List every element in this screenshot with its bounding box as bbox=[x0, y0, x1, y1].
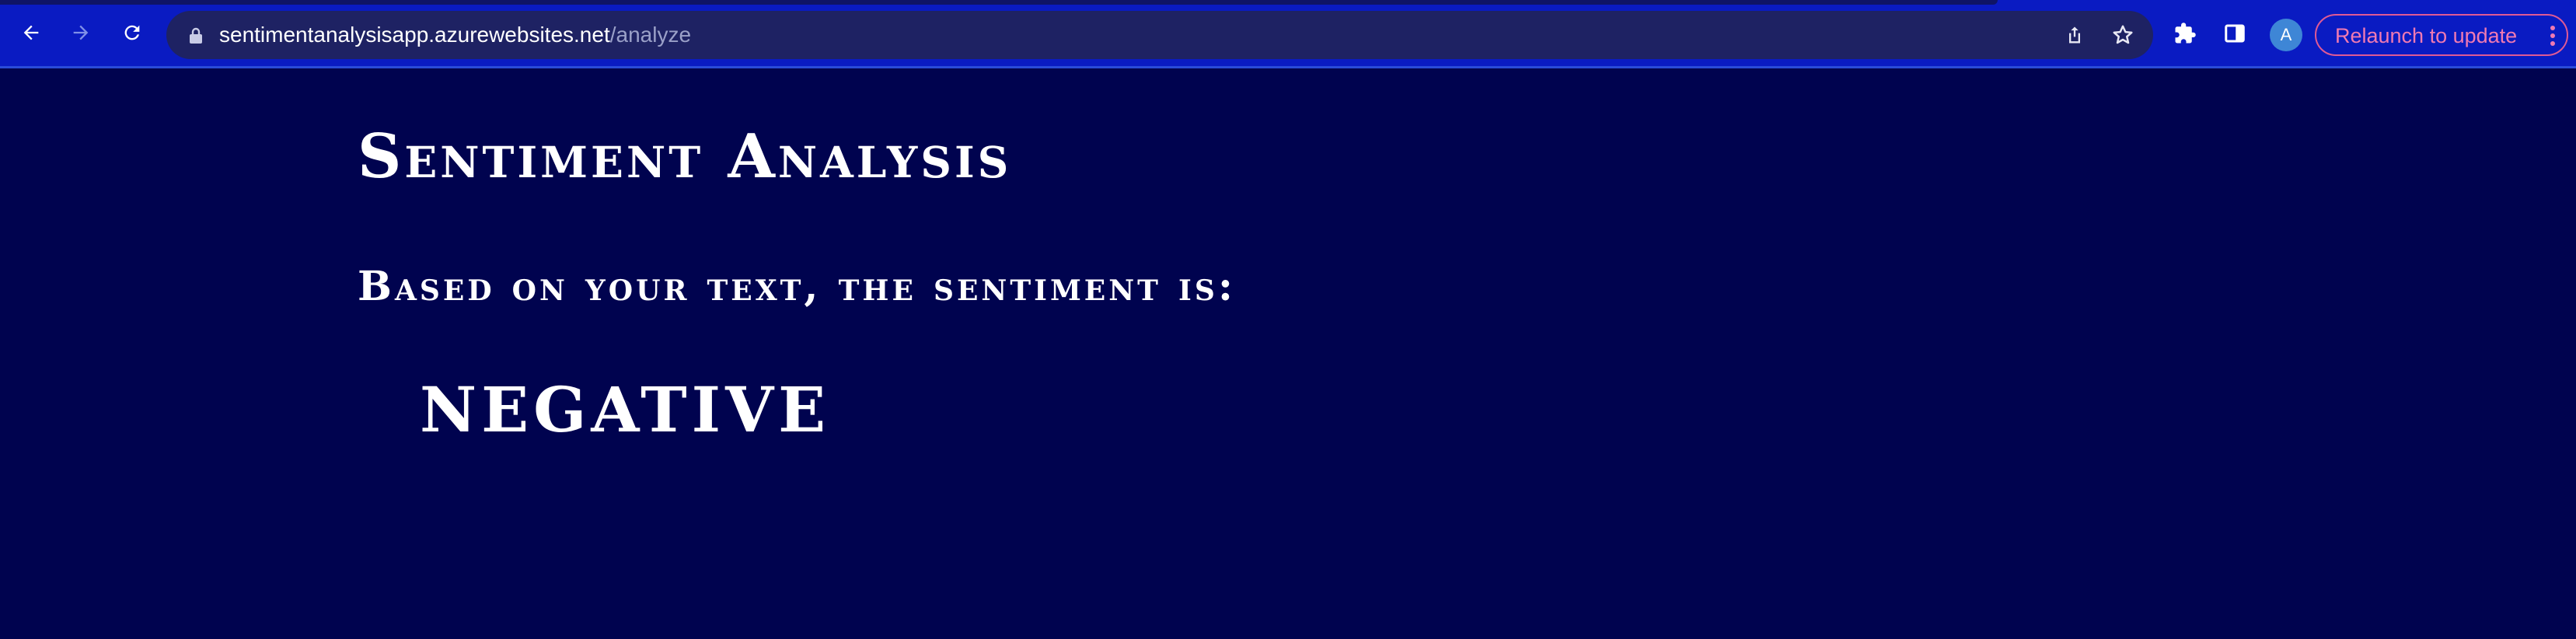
tab-strip bbox=[0, 0, 1998, 5]
forward-arrow-icon bbox=[73, 25, 89, 40]
side-panel-button[interactable] bbox=[2220, 19, 2250, 48]
extensions-puzzle-icon bbox=[2175, 23, 2196, 44]
profile-avatar[interactable]: A bbox=[2270, 19, 2302, 51]
url-path: /analyze bbox=[609, 23, 692, 47]
forward-button[interactable] bbox=[65, 17, 96, 48]
browser-toolbar: sentimentanalysisapp.azurewebsites.net/a… bbox=[0, 0, 2576, 68]
reload-icon bbox=[124, 25, 140, 40]
back-arrow-icon bbox=[23, 25, 39, 40]
page-title: Sentiment Analysis bbox=[358, 121, 1012, 192]
star-icon bbox=[2113, 25, 2133, 44]
relaunch-button[interactable]: Relaunch to update bbox=[2315, 14, 2568, 56]
reload-button[interactable] bbox=[117, 17, 148, 48]
side-panel-icon bbox=[2225, 24, 2245, 43]
share-button[interactable] bbox=[2061, 22, 2088, 48]
lock-icon bbox=[190, 27, 202, 44]
relaunch-label: Relaunch to update bbox=[2335, 24, 2518, 47]
kebab-menu-icon bbox=[2550, 26, 2555, 46]
extensions-button[interactable] bbox=[2170, 19, 2200, 48]
sentiment-prompt: Based on your text, the sentiment is: bbox=[358, 263, 1237, 310]
address-bar[interactable]: sentimentanalysisapp.azurewebsites.net/a… bbox=[166, 11, 2153, 59]
sentiment-result: NEGATIVE bbox=[420, 373, 831, 446]
url-text[interactable]: sentimentanalysisapp.azurewebsites.net/a… bbox=[219, 21, 691, 49]
url-host: sentimentanalysisapp.azurewebsites.net bbox=[219, 23, 610, 47]
share-icon bbox=[2069, 26, 2080, 44]
bookmark-star-button[interactable] bbox=[2110, 22, 2136, 48]
back-button[interactable] bbox=[16, 17, 47, 48]
